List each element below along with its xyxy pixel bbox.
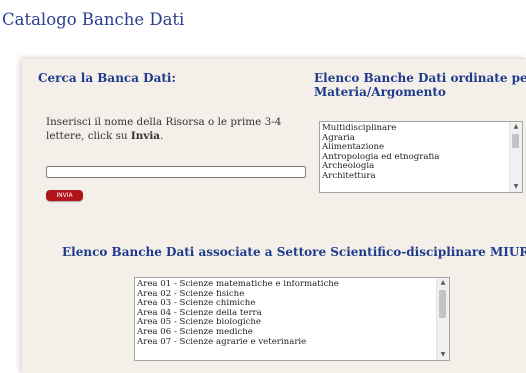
ssd-option[interactable]: Area 07 - Scienze agrarie e veterinarie [137,338,435,348]
search-heading: Cerca la Banca Dati: [38,71,176,85]
materia-scrollbar[interactable]: ▲ ▼ [509,122,522,192]
scrollbar-thumb[interactable] [439,290,446,318]
instruction-invia: Invia [130,130,161,142]
instruction-text: Inserisci il nome della Risorsa o le pri… [46,116,282,142]
scroll-up-icon[interactable]: ▲ [510,122,522,132]
scroll-down-icon[interactable]: ▼ [437,350,449,360]
materia-options: Multidisciplinare Agraria Alimentazione … [322,124,508,182]
materia-option[interactable]: Agraria [322,134,508,144]
ssd-heading: Elenco Banche Dati associate a Settore S… [62,245,526,259]
ssd-option[interactable]: Area 06 - Scienze mediche [137,328,435,338]
materia-option[interactable]: Multidisciplinare [322,124,508,134]
catalog-panel: Cerca la Banca Dati: Inserisci il nome d… [22,58,526,373]
ssd-scrollbar[interactable]: ▲ ▼ [436,278,449,360]
instruction-end: . [160,130,164,142]
materia-option[interactable]: Antropologia ed etnografia [322,153,508,163]
ssd-options: Area 01 - Scienze matematiche e informat… [137,280,435,347]
scroll-down-icon[interactable]: ▼ [510,182,522,192]
page-title: Catalogo Banche Dati [2,10,185,29]
ssd-option[interactable]: Area 04 - Scienze della terra [137,309,435,319]
materia-option[interactable]: Archeologia [322,162,508,172]
ssd-listbox[interactable]: Area 01 - Scienze matematiche e informat… [134,277,450,361]
ssd-option[interactable]: Area 03 - Scienze chimiche [137,299,435,309]
search-input[interactable] [46,166,306,178]
ssd-option[interactable]: Area 05 - Scienze biologiche [137,318,435,328]
ssd-option[interactable]: Area 01 - Scienze matematiche e informat… [137,280,435,290]
materia-option[interactable]: Alimentazione [322,143,508,153]
invia-button[interactable]: INVIA [46,190,83,201]
search-instructions: Inserisci il nome della Risorsa o le pri… [46,115,296,143]
materia-heading: Elenco Banche Dati ordinate per Materia/… [314,71,526,99]
materia-listbox[interactable]: Multidisciplinare Agraria Alimentazione … [319,121,523,193]
scrollbar-thumb[interactable] [512,134,519,148]
scroll-up-icon[interactable]: ▲ [437,278,449,288]
ssd-option[interactable]: Area 02 - Scienze fisiche [137,290,435,300]
materia-option[interactable]: Architettura [322,172,508,182]
